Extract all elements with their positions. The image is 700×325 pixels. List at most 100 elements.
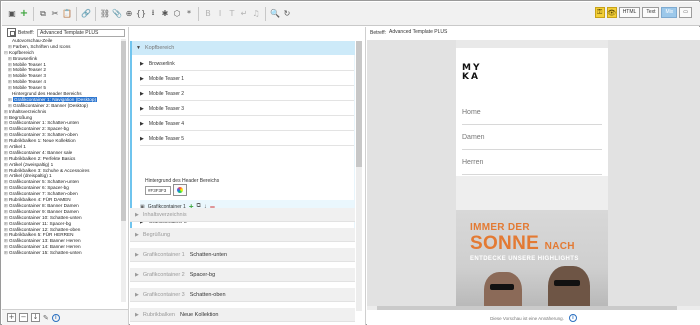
editor-scroll-thumb[interactable] xyxy=(356,41,362,167)
expand-icon[interactable]: ⊞ xyxy=(4,232,8,237)
cut-icon[interactable]: ✂ xyxy=(49,7,61,21)
brackets-icon[interactable]: {} xyxy=(135,7,147,21)
copy-icon[interactable]: ⧉ xyxy=(37,7,49,21)
save-icon[interactable]: ▣ xyxy=(6,7,18,21)
expand-icon[interactable]: ⊞ xyxy=(8,73,12,78)
subsection-row[interactable]: ▶ Mobile Teaser 3 xyxy=(140,102,354,116)
expand-icon[interactable]: ⊞ xyxy=(8,67,12,72)
refresh-icon[interactable]: ↻ xyxy=(281,7,293,21)
view-mixed-button[interactable]: Mix xyxy=(661,7,678,18)
return-icon[interactable]: ↵ xyxy=(238,7,250,21)
collapse-icon[interactable]: ⊟ xyxy=(4,50,8,55)
paste-icon[interactable]: 📋 xyxy=(61,7,73,21)
section-header[interactable]: ▶ Grafikcontainer 1 Schatten-unten xyxy=(130,248,355,262)
subsection-row[interactable]: ▶ Mobile Teaser 2 xyxy=(140,87,354,101)
expand-icon[interactable]: ⊞ xyxy=(4,138,8,143)
expand-icon[interactable]: ⊞ xyxy=(8,79,12,84)
expand-icon[interactable]: ⊞ xyxy=(4,162,8,167)
logo-line-2: KA xyxy=(462,72,480,82)
expand-icon[interactable]: ⊞ xyxy=(4,197,8,202)
italic-icon[interactable]: I xyxy=(214,7,226,21)
expand-icon[interactable]: ⊞ xyxy=(8,85,12,90)
preview-subject-row: Betreff: Advanced Template PLUS xyxy=(370,27,697,38)
expand-icon[interactable]: ⊞ xyxy=(4,109,8,114)
expand-icon[interactable]: ⊞ xyxy=(4,126,8,131)
unlink-icon[interactable]: ⛓ xyxy=(99,7,111,21)
expand-icon[interactable]: ⊞ xyxy=(8,44,12,49)
add-node-icon[interactable]: + xyxy=(7,313,16,322)
caret-right-icon: ▶ xyxy=(140,105,144,112)
editor-scrollbar[interactable] xyxy=(356,41,362,311)
asterisk-icon[interactable]: * xyxy=(183,7,195,21)
subsection-row[interactable]: ▶ Browserlink xyxy=(140,57,354,71)
move-down-icon[interactable]: ↓ xyxy=(31,313,40,322)
expand-icon[interactable]: ⊞ xyxy=(4,185,8,190)
text-height-icon[interactable]: T xyxy=(226,7,238,21)
section-header[interactable]: ▶ Grafikcontainer 3 Schatten-oben xyxy=(130,288,355,302)
tree-item-label: Grafikcontainer 6: Spacer-bg xyxy=(8,185,69,191)
subsection-row[interactable]: ▶ Mobile Teaser 4 xyxy=(140,117,354,131)
expand-icon[interactable]: ⊞ xyxy=(4,132,8,137)
bold-icon[interactable]: B xyxy=(202,7,214,21)
edit-icon[interactable]: ✎ xyxy=(43,314,49,322)
search-icon[interactable]: 🔍 xyxy=(269,7,281,21)
expand-icon[interactable]: ⊞ xyxy=(8,97,12,102)
puzzle-icon[interactable]: ✱ xyxy=(159,7,171,21)
expand-icon[interactable]: ⊞ xyxy=(4,238,8,243)
expand-icon[interactable]: ⊞ xyxy=(4,215,8,220)
expand-icon[interactable]: ⊞ xyxy=(4,203,8,208)
expand-icon[interactable]: ⊞ xyxy=(4,115,8,120)
expand-icon[interactable]: ⊞ xyxy=(4,168,8,173)
tree-item-label: Grafikcontainer 1: Navigation (Desktop) xyxy=(12,96,98,102)
view-html-button[interactable]: HTML xyxy=(618,7,641,18)
expand-icon[interactable]: ⊞ xyxy=(8,62,12,67)
expand-icon[interactable]: ⊞ xyxy=(4,227,8,232)
tree-item[interactable]: ⊞Grafikcontainer 15: Schatten-unten xyxy=(4,250,119,256)
subject-input[interactable]: Advanced Template PLUS xyxy=(37,28,125,37)
expand-icon[interactable]: ⊞ xyxy=(4,209,8,214)
preview-nav-item: Damen xyxy=(462,125,602,150)
section-header[interactable]: ▶ Grafikcontainer 2 Spacer-bg xyxy=(130,268,355,282)
cube-icon[interactable]: ⬡ xyxy=(171,7,183,21)
resize-icon[interactable] xyxy=(7,28,16,37)
color-picker-button[interactable] xyxy=(173,184,187,196)
info-icon[interactable]: i xyxy=(51,313,60,322)
section-kopfbereich-header[interactable]: ▼ Kopfbereich xyxy=(132,41,355,55)
info-icon[interactable]: i xyxy=(568,314,577,322)
lock-icon[interactable]: ⚿ xyxy=(594,7,605,18)
header-bg-color-input[interactable]: #F3F3F3 xyxy=(145,186,171,195)
expand-icon[interactable]: ⊞ xyxy=(8,56,12,61)
subsection-row[interactable]: ▶ Mobile Teaser 5 xyxy=(140,132,354,146)
device-toggle-button[interactable]: ▭ xyxy=(679,7,692,18)
download-icon[interactable]: ⭳ xyxy=(147,7,159,21)
subsection-row[interactable]: ▶ Mobile Teaser 1 xyxy=(140,72,354,86)
section-header[interactable]: ▶ Inhaltsverzeichnis xyxy=(130,208,355,222)
tree-item-label: Grafikcontainer 15: Schatten-unten xyxy=(8,250,82,256)
view-text-button[interactable]: Text xyxy=(642,7,660,18)
attach-icon[interactable]: 📎 xyxy=(111,7,123,21)
preview-hscroll-thumb[interactable] xyxy=(377,306,677,310)
expand-icon[interactable]: ⊞ xyxy=(4,221,8,226)
mic-icon[interactable]: ♫ xyxy=(250,7,262,21)
tree-scrollbar[interactable] xyxy=(121,39,126,302)
expand-icon[interactable]: ⊞ xyxy=(4,156,8,161)
tree-scroll-thumb[interactable] xyxy=(121,41,126,221)
section-header[interactable]: ▶ Begrüßung xyxy=(130,228,355,242)
expand-icon[interactable]: ⊞ xyxy=(4,120,8,125)
link-icon[interactable]: 🔗 xyxy=(80,7,92,21)
expand-icon[interactable]: ⊞ xyxy=(4,150,8,155)
add-icon[interactable]: + xyxy=(18,7,30,21)
preview-hscrollbar[interactable] xyxy=(367,306,700,310)
section-header[interactable]: ▶ Rubrikbalken Neue Kollektion xyxy=(130,308,355,322)
expand-icon[interactable]: ⊞ xyxy=(4,144,8,149)
remove-node-icon[interactable]: − xyxy=(19,313,28,322)
eye-icon[interactable]: 👁 xyxy=(606,7,617,18)
expand-icon[interactable]: ⊞ xyxy=(8,103,12,108)
expand-icon[interactable]: ⊞ xyxy=(4,173,8,178)
tree-item-label: Grafikcontainer 9: Banner Damen xyxy=(8,208,79,214)
expand-icon[interactable]: ⊞ xyxy=(4,244,8,249)
expand-icon[interactable]: ⊞ xyxy=(4,250,8,255)
expand-icon[interactable]: ⊞ xyxy=(4,179,8,184)
expand-icon[interactable]: ⊞ xyxy=(4,191,8,196)
globe-icon[interactable]: ⊕ xyxy=(123,7,135,21)
